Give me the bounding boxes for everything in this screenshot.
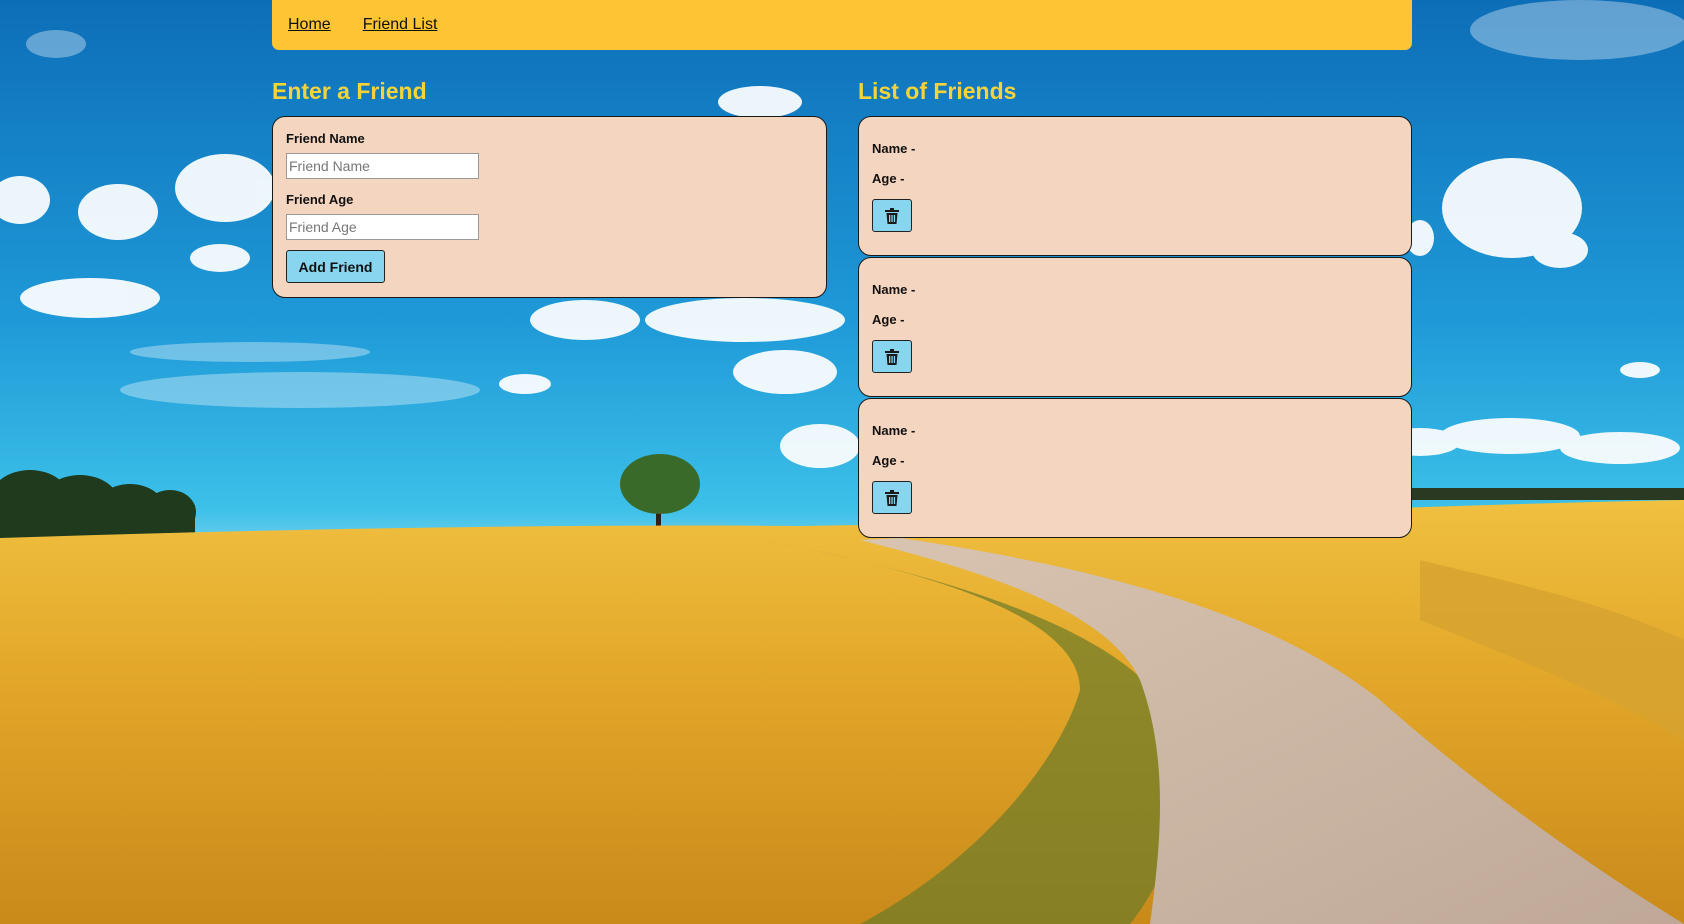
nav-link-friend-list[interactable]: Friend List bbox=[363, 16, 438, 34]
friend-age-line: Age - bbox=[872, 171, 905, 186]
top-nav: Home Friend List bbox=[272, 0, 1412, 50]
friend-card: Name - Age - bbox=[858, 257, 1412, 397]
delete-friend-button[interactable] bbox=[872, 340, 912, 373]
add-friend-button[interactable]: Add Friend bbox=[286, 250, 385, 283]
friend-name-line: Name - bbox=[872, 423, 916, 438]
friend-name-input[interactable] bbox=[286, 153, 479, 179]
friend-name-line: Name - bbox=[872, 141, 916, 156]
trash-icon bbox=[885, 207, 899, 224]
friend-card: Name - Age - bbox=[858, 398, 1412, 538]
delete-friend-button[interactable] bbox=[872, 199, 912, 232]
friend-name-label: Friend Name bbox=[286, 131, 365, 146]
enter-friend-heading: Enter a Friend bbox=[272, 78, 427, 104]
friend-card: Name - Age - bbox=[858, 116, 1412, 256]
friend-age-line: Age - bbox=[872, 312, 905, 327]
add-friend-form: Friend Name Friend Age Add Friend bbox=[272, 116, 827, 298]
list-of-friends-heading: List of Friends bbox=[858, 78, 1017, 104]
friend-age-input[interactable] bbox=[286, 214, 479, 240]
nav-link-home[interactable]: Home bbox=[288, 16, 331, 34]
friend-name-line: Name - bbox=[872, 282, 916, 297]
background-landscape bbox=[0, 0, 1684, 924]
delete-friend-button[interactable] bbox=[872, 481, 912, 514]
friend-age-label: Friend Age bbox=[286, 192, 354, 207]
trash-icon bbox=[885, 489, 899, 506]
trash-icon bbox=[885, 348, 899, 365]
friend-age-line: Age - bbox=[872, 453, 905, 468]
